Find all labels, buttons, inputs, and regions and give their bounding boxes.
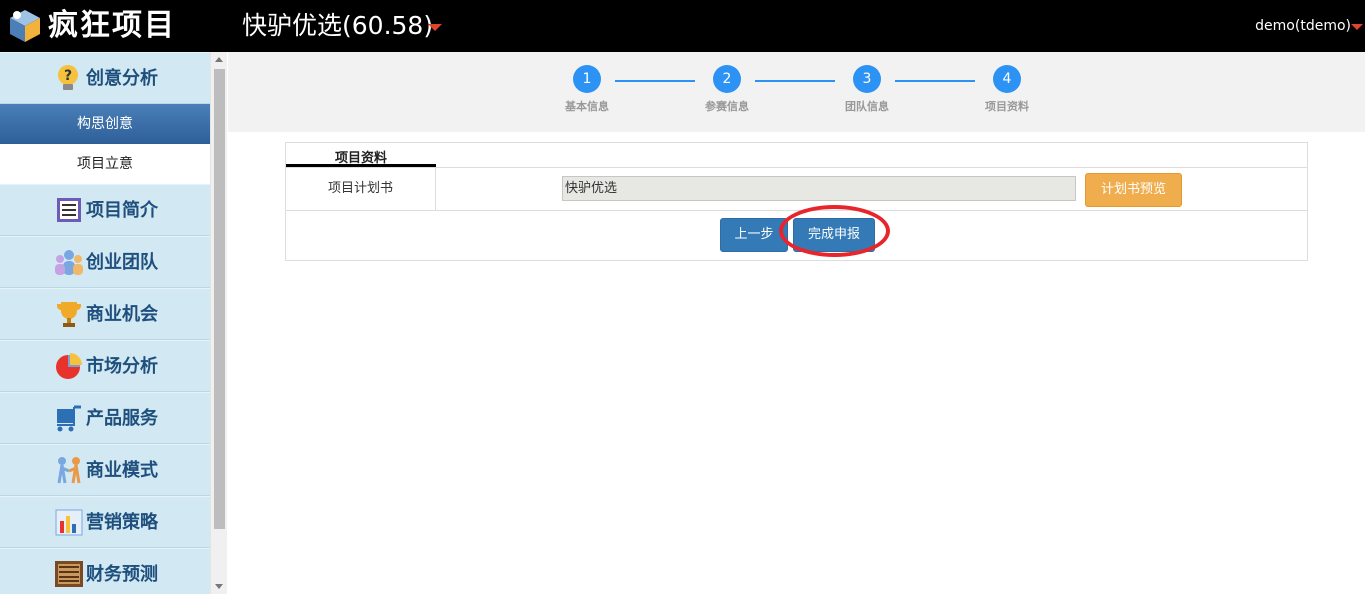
- step-connector: [615, 80, 695, 82]
- step-basic-info[interactable]: 1 基本信息: [557, 65, 617, 121]
- cart-icon: [57, 405, 81, 432]
- sidebar-scrollbar[interactable]: [210, 52, 227, 594]
- team-people-icon: [55, 250, 83, 275]
- sidebar-category-product-service[interactable]: 产品服务: [0, 392, 210, 444]
- sidebar-item-project-concept[interactable]: 项目立意: [0, 144, 210, 184]
- step-team-info[interactable]: 3 团队信息: [837, 65, 897, 121]
- step-label: 参赛信息: [705, 100, 749, 113]
- step-label: 团队信息: [845, 100, 889, 113]
- sidebar-category-marketing[interactable]: 营销策略: [0, 496, 210, 548]
- handshake-people-icon: [57, 457, 81, 484]
- sidebar-category-idea-analysis[interactable]: ? 创意分析: [0, 52, 210, 104]
- project-materials-panel: 项目资料 项目计划书 快驴优选 计划书预览 上一步 完成申报: [285, 142, 1308, 261]
- pie-chart-icon: [56, 353, 82, 379]
- sidebar-category-label: 产品服务: [86, 408, 158, 429]
- caret-down-icon[interactable]: [1351, 24, 1363, 30]
- sidebar-category-business-opportunity[interactable]: 商业机会: [0, 288, 210, 340]
- sidebar-category-market-analysis[interactable]: 市场分析: [0, 340, 210, 392]
- divider: [286, 167, 1307, 168]
- business-plan-file-field[interactable]: 快驴优选: [562, 176, 1076, 201]
- sidebar-item-ideation[interactable]: 构思创意: [0, 104, 210, 144]
- step-project-materials[interactable]: 4 项目资料: [977, 65, 1037, 121]
- sidebar-category-label: 营销策略: [86, 512, 158, 533]
- step-connector: [755, 80, 835, 82]
- bar-chart-icon: [55, 509, 83, 536]
- svg-text:?: ?: [64, 68, 72, 84]
- sidebar-category-label: 商业模式: [86, 460, 158, 481]
- scroll-thumb[interactable]: [214, 69, 225, 529]
- sidebar-category-team[interactable]: 创业团队: [0, 236, 210, 288]
- sidebar-category-label: 创业团队: [86, 252, 158, 273]
- sidebar-category-label: 项目简介: [86, 200, 158, 221]
- step-connector: [895, 80, 975, 82]
- sidebar-category-business-model[interactable]: 商业模式: [0, 444, 210, 496]
- divider: [286, 210, 1307, 211]
- top-bar: 疯狂项目 快驴优选(60.58) demo(tdemo): [0, 0, 1365, 52]
- sidebar: ? 创意分析 构思创意 项目立意 项目简介 创业团队 商业机会 市场分析 产品服…: [0, 52, 210, 594]
- user-menu[interactable]: demo(tdemo): [1255, 17, 1351, 35]
- tab-label: 项目资料: [334, 151, 387, 166]
- tab-project-materials[interactable]: 项目资料: [286, 143, 436, 168]
- logo-text: 疯狂项目: [48, 8, 176, 43]
- step-number: 1: [573, 65, 601, 93]
- business-plan-label: 项目计划书: [286, 168, 436, 210]
- abacus-icon: [55, 561, 83, 587]
- sidebar-category-label: 创意分析: [86, 68, 158, 89]
- sidebar-category-project-intro[interactable]: 项目简介: [0, 184, 210, 236]
- step-number: 3: [853, 65, 881, 93]
- step-progress: 1 基本信息 2 参赛信息 3 团队信息 4 项目资料: [228, 52, 1365, 132]
- logo-cube-icon: [10, 10, 40, 42]
- plan-preview-button[interactable]: 计划书预览: [1085, 173, 1182, 207]
- document-icon: [57, 198, 81, 222]
- sidebar-category-financial-forecast[interactable]: 财务预测: [0, 548, 210, 594]
- complete-submission-button[interactable]: 完成申报: [793, 218, 875, 252]
- step-label: 基本信息: [565, 100, 609, 113]
- caret-down-icon[interactable]: [428, 24, 442, 31]
- project-title[interactable]: 快驴优选(60.58): [242, 10, 433, 42]
- previous-step-button[interactable]: 上一步: [720, 218, 788, 252]
- sidebar-category-label: 财务预测: [86, 564, 158, 585]
- step-label: 项目资料: [985, 100, 1029, 113]
- app-logo[interactable]: 疯狂项目: [0, 0, 228, 52]
- step-number: 2: [713, 65, 741, 93]
- scroll-up-icon[interactable]: [215, 57, 223, 62]
- sidebar-category-label: 商业机会: [86, 304, 158, 325]
- sidebar-category-label: 市场分析: [86, 356, 158, 377]
- scroll-down-icon[interactable]: [215, 584, 223, 589]
- step-entry-info[interactable]: 2 参赛信息: [697, 65, 757, 121]
- step-number: 4: [993, 65, 1021, 93]
- lightbulb-question-icon: ?: [58, 65, 78, 90]
- trophy-icon: [57, 302, 81, 327]
